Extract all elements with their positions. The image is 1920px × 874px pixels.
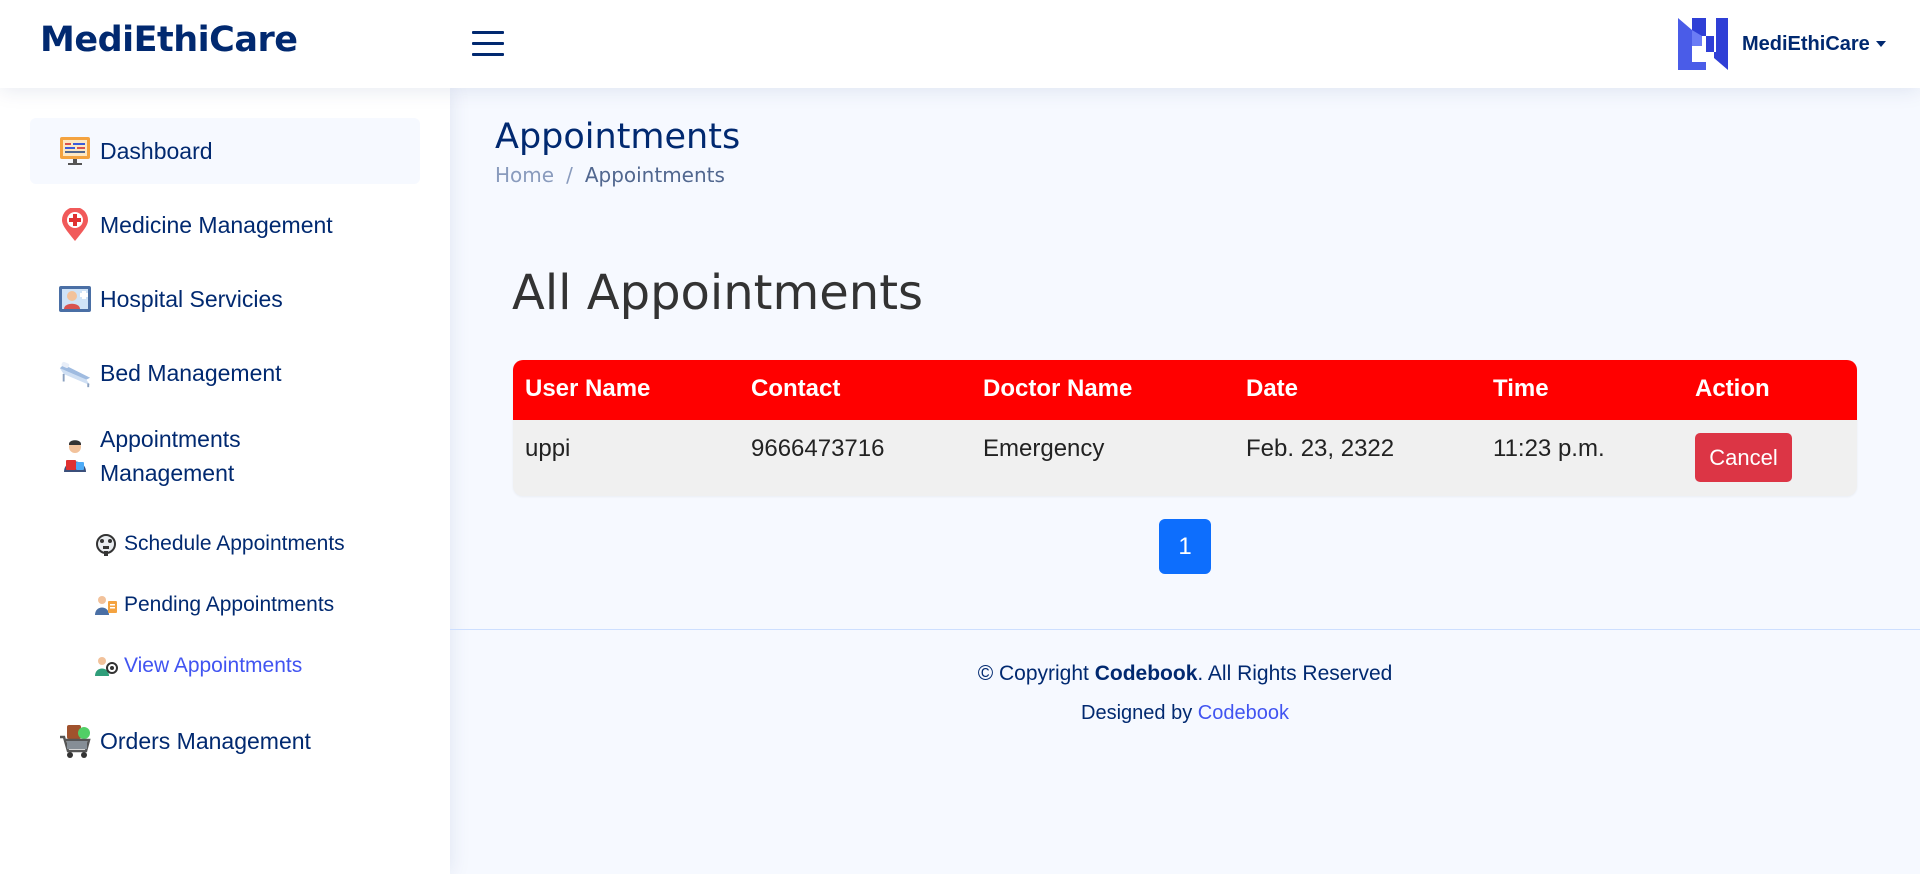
profile-dropdown[interactable]: MediEthiCare [1676,16,1886,72]
column-header-contact: Contact [751,375,841,402]
sidebar-toggle-icon[interactable] [470,28,506,58]
cell-doctor-name: Emergency [983,435,1105,462]
schedule-icon [94,532,118,556]
bed-icon [58,356,92,390]
cell-time: 11:23 p.m. [1493,435,1605,462]
pending-icon [94,593,118,617]
sidebar-subitem-label: Schedule Appointments [124,532,345,555]
view-icon [94,654,118,678]
brand-logo-text[interactable]: MediEthiCare [40,20,298,60]
pagination-page-button[interactable]: 1 [1159,519,1211,574]
sidebar-item-label-line1: Appointments [100,426,241,452]
footer-divider [450,629,1920,630]
cancel-button[interactable]: Cancel [1695,433,1792,482]
appointments-table: User Name Contact Doctor Name Date Time … [513,360,1857,496]
dashboard-icon [58,134,92,168]
top-header: MediEthiCare MediEthiCare [0,0,1920,88]
chevron-down-icon [1875,41,1886,47]
cell-date: Feb. 23, 2322 [1246,435,1395,462]
shopping-cart-icon [58,724,92,758]
column-header-doctor-name: Doctor Name [983,375,1133,402]
sidebar-item-label: Appointments Management [100,422,241,490]
copyright-suffix: . All Rights Reserved [1197,662,1393,685]
sidebar-subitem-schedule-appointments[interactable]: Schedule Appointments [94,524,345,564]
table-header: User Name Contact Doctor Name Date Time … [513,360,1857,420]
sidebar-item-label: Bed Management [100,360,282,386]
designer-link[interactable]: Codebook [1198,702,1289,724]
medicine-pin-icon [58,208,92,242]
sidebar-item-hospital-services[interactable]: Hospital Servicies [30,266,420,332]
breadcrumb-separator: / [566,163,573,187]
sidebar-subitem-view-appointments[interactable]: View Appointments [94,646,302,686]
cell-contact: 9666473716 [751,435,885,462]
sidebar-item-label: Dashboard [100,138,213,164]
sidebar: Dashboard Medicine Management Hospital S [0,88,450,874]
breadcrumb: Home / Appointments [495,163,725,187]
footer-copyright: © Copyright Codebook. All Rights Reserve… [450,662,1920,686]
copyright-prefix: © Copyright [977,662,1095,685]
sidebar-subitem-pending-appointments[interactable]: Pending Appointments [94,585,334,625]
breadcrumb-current: Appointments [584,163,725,187]
sidebar-item-appointments-management[interactable]: Appointments Management [30,414,420,498]
sidebar-item-label: Hospital Servicies [100,286,283,312]
breadcrumb-home-link[interactable]: Home [495,163,554,187]
sidebar-item-dashboard[interactable]: Dashboard [30,118,420,184]
profile-name: MediEthiCare [1742,32,1870,55]
sidebar-subitem-label: Pending Appointments [124,593,335,616]
sidebar-item-label-line2: Management [100,460,235,486]
sidebar-item-orders-management[interactable]: Orders Management [30,708,420,774]
copyright-brand: Codebook [1094,662,1198,685]
column-header-action: Action [1695,375,1770,402]
column-header-time: Time [1493,375,1549,402]
sidebar-item-bed-management[interactable]: Bed Management [30,340,420,406]
appointment-doctor-icon [58,439,92,473]
section-title: All Appointments [512,265,924,321]
column-header-user-name: User Name [525,375,651,402]
hospital-service-icon [58,282,92,316]
sidebar-item-medicine-management[interactable]: Medicine Management [30,192,420,258]
profile-logo-icon [1678,18,1728,70]
column-header-date: Date [1246,375,1299,402]
page-title: Appointments [495,117,741,157]
cell-user-name: uppi [525,435,571,462]
sidebar-subitem-label: View Appointments [124,654,303,677]
footer-credits: Designed by Codebook [450,702,1920,725]
sidebar-item-label: Orders Management [100,728,311,754]
sidebar-item-label: Medicine Management [100,212,333,238]
credits-prefix: Designed by [1081,702,1198,724]
